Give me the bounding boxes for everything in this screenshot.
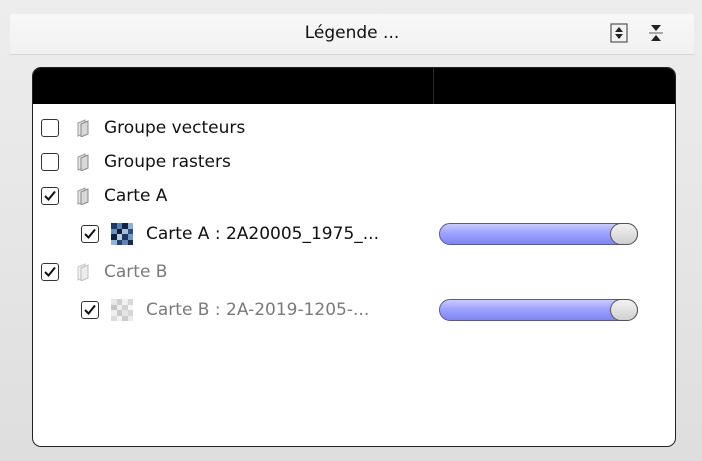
legend-panel: Groupe vecteurs Groupe rasters Carte A C… [32,67,676,447]
title-bar: Légende ... [10,14,694,55]
list-item[interactable]: Carte B [41,256,167,288]
list-item[interactable]: Groupe rasters [41,146,231,178]
layer-checkbox[interactable] [41,187,59,205]
opacity-slider-thumb[interactable] [610,299,638,321]
layer-label: Groupe vecteurs [104,118,246,138]
layer-checkbox[interactable] [81,225,99,243]
layer-group-icon [77,153,89,171]
layer-label: Carte A [104,186,168,206]
layer-checkbox[interactable] [41,153,59,171]
legend-column-header [33,68,675,104]
checkmark-icon [44,266,56,277]
layer-group-icon [77,119,89,137]
collapse-all-icon[interactable] [645,22,667,44]
layer-label: Carte B [104,262,168,282]
opacity-slider[interactable] [439,299,638,321]
raster-layer-icon [111,299,133,321]
raster-layer-icon [111,223,133,245]
list-item[interactable]: Carte B : 2A-2019-1205-... [81,294,369,326]
layer-checkbox[interactable] [41,263,59,281]
layer-label: Carte B : 2A-2019-1205-... [146,300,370,320]
list-item[interactable]: Groupe vecteurs [41,112,245,144]
opacity-slider-thumb[interactable] [610,223,638,245]
layer-label: Groupe rasters [104,152,231,172]
checkmark-icon [84,304,96,315]
layer-checkbox[interactable] [41,119,59,137]
layer-group-icon [77,263,89,281]
layer-checkbox[interactable] [81,301,99,319]
layer-label: Carte A : 2A20005_1975_... [146,224,379,244]
column-separator[interactable] [433,68,434,104]
list-item[interactable]: Carte A : 2A20005_1975_... [81,218,379,250]
list-item[interactable]: Carte A [41,180,167,212]
checkmark-icon [84,228,96,239]
window-title: Légende ... [304,23,400,43]
checkmark-icon [44,190,56,201]
layer-group-icon [77,187,89,205]
opacity-slider[interactable] [439,223,638,245]
expand-all-icon[interactable] [608,22,630,44]
legend-window: Légende ... Groupe vecteurs Groupe raste… [0,0,702,461]
